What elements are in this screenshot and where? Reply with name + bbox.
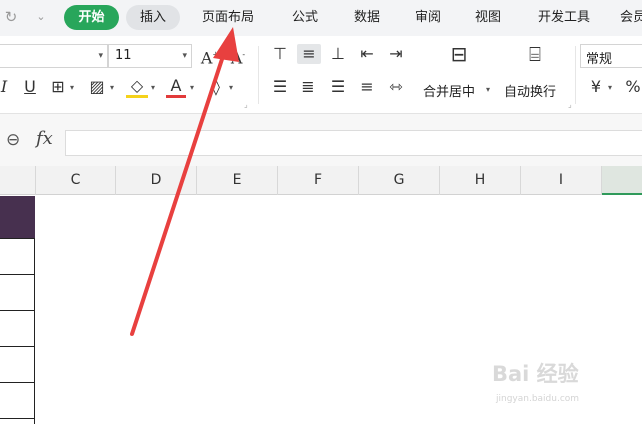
watermark-logo: Bai 经验 [492, 362, 579, 386]
annotation-arrow-shaft [130, 48, 227, 336]
watermark-url: jingyan.baidu.com [496, 394, 580, 404]
watermark: Bai 经验 jingyan.baidu.com [492, 352, 622, 408]
annotation-arrow-head [213, 27, 239, 62]
